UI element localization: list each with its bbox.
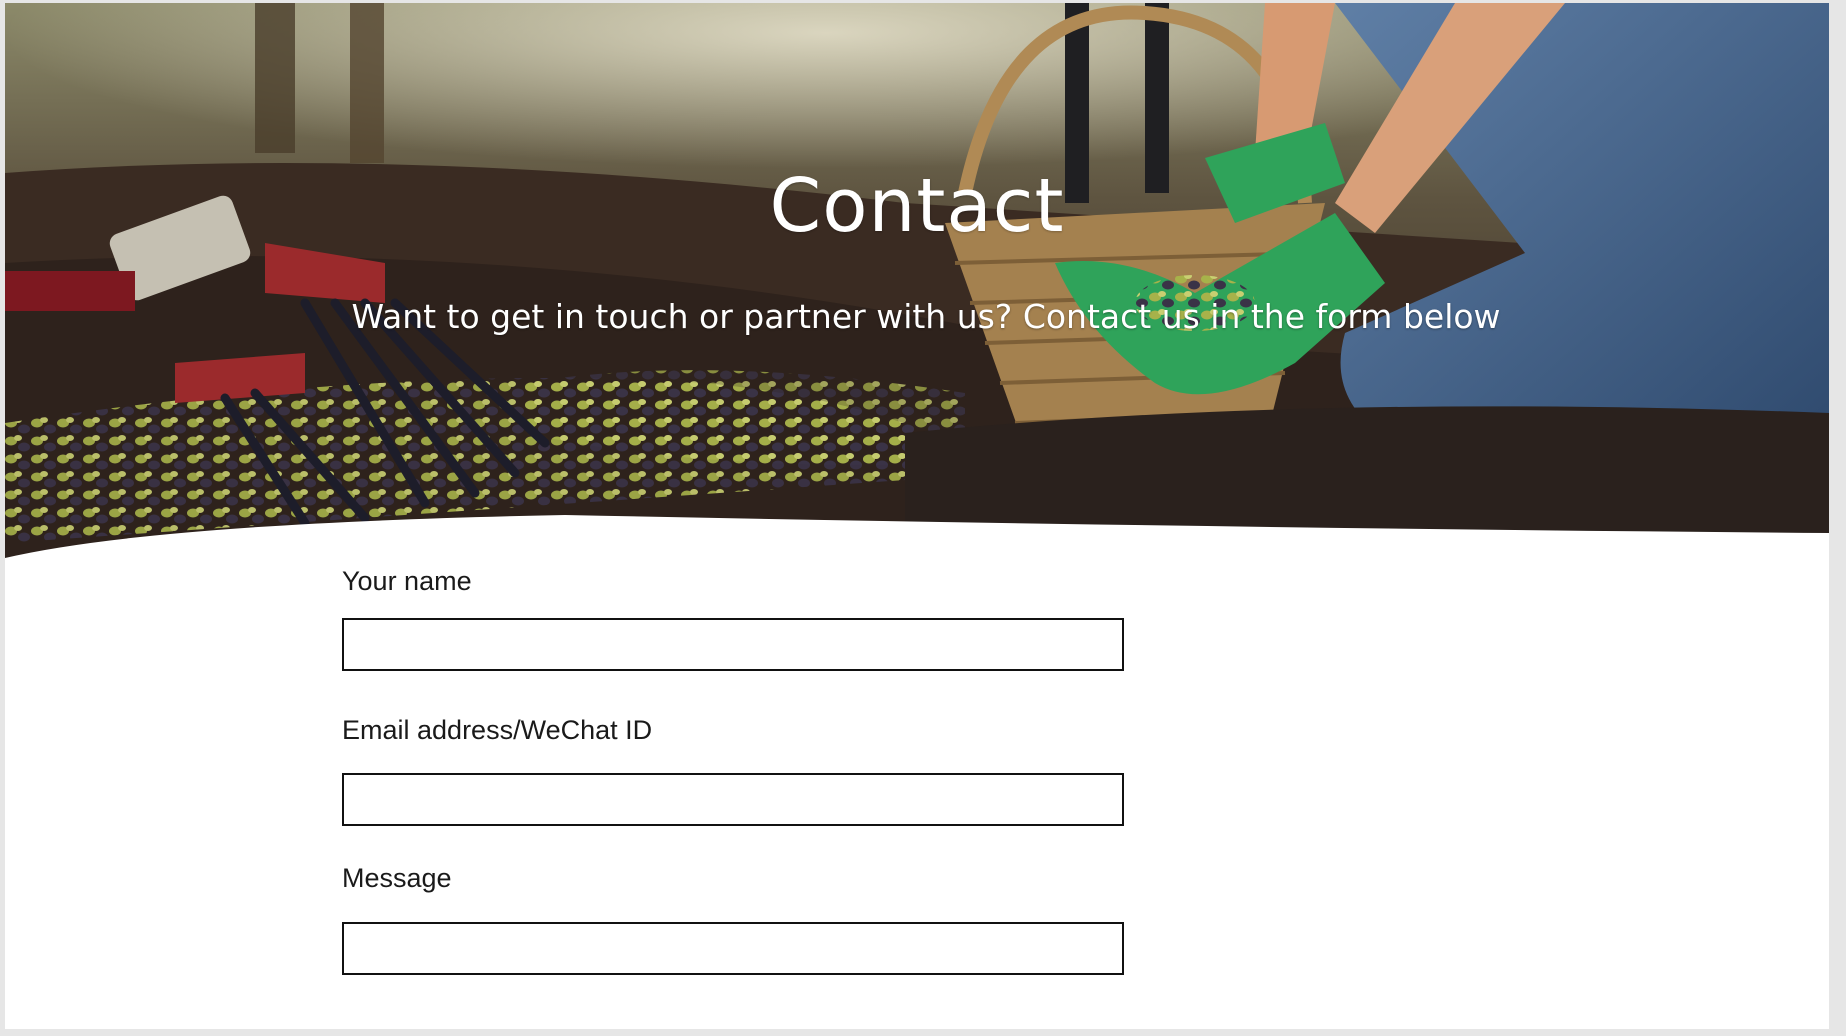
page-subtitle: Want to get in touch or partner with us?… <box>351 297 1501 336</box>
name-field-group: Your name <box>342 561 1126 671</box>
contact-form: Your name Email address/WeChat ID Messag… <box>342 561 1126 975</box>
email-field-group: Email address/WeChat ID <box>342 710 1126 826</box>
name-label: Your name <box>342 566 472 596</box>
message-field-group: Message <box>342 858 1126 975</box>
contact-page: Contact Want to get in touch or partner … <box>5 3 1829 1029</box>
email-input[interactable] <box>342 773 1124 826</box>
hero-banner: Contact Want to get in touch or partner … <box>5 3 1829 563</box>
page-title: Contact <box>769 163 1065 249</box>
message-label: Message <box>342 863 452 893</box>
email-label: Email address/WeChat ID <box>342 715 653 745</box>
olive-harvest-photo <box>5 3 1829 563</box>
message-input[interactable] <box>342 922 1124 975</box>
name-input[interactable] <box>342 618 1124 671</box>
